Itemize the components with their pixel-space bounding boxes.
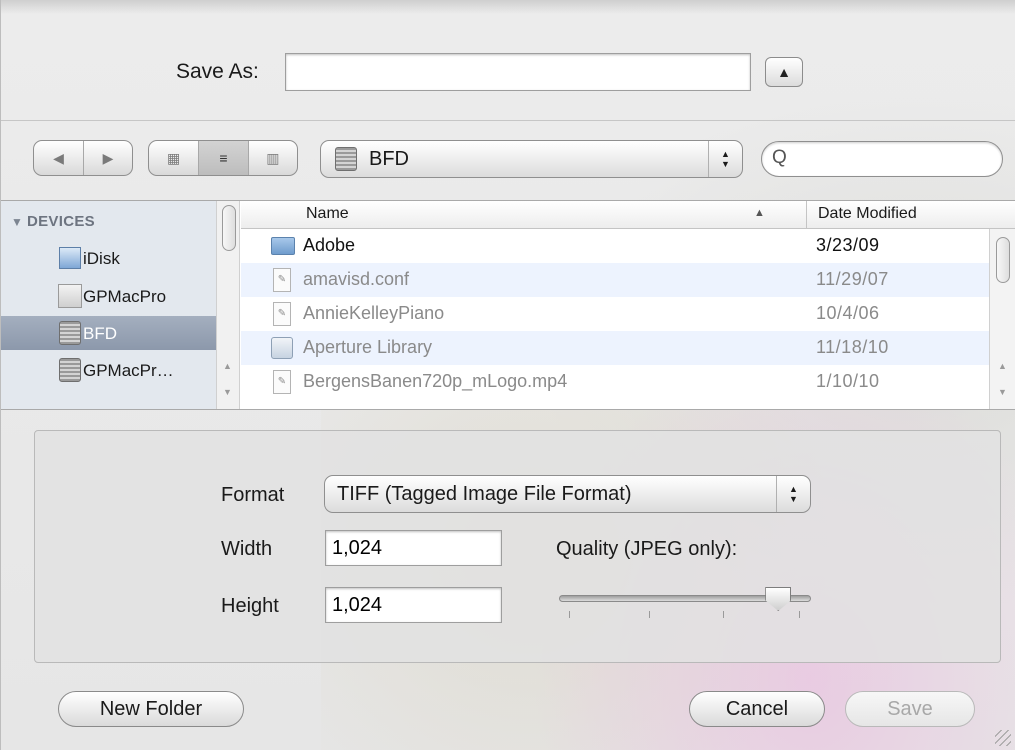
- updown-arrows-icon: ▲ ▼: [776, 476, 810, 512]
- disclosure-triangle-icon[interactable]: ▼: [11, 215, 23, 229]
- sidebar-item-gpmacpr2[interactable]: GPMacPr…: [1, 353, 216, 387]
- height-field[interactable]: [325, 587, 502, 623]
- sidebar-item-gpmacpro[interactable]: GPMacPro: [1, 279, 216, 313]
- width-label: Width: [221, 538, 273, 560]
- document-icon: ✎: [273, 302, 291, 326]
- file-date: 1/10/10: [816, 371, 880, 391]
- location-popup[interactable]: BFD ▲ ▼: [320, 140, 743, 178]
- column-header: Name ▲ Date Modified: [241, 201, 1015, 229]
- file-date: 3/23/09: [816, 235, 880, 255]
- table-row[interactable]: ✎ BergensBanen720p_mLogo.mp4 1/10/10: [241, 365, 989, 399]
- file-list-scrollbar[interactable]: ▲ ▼: [989, 229, 1015, 409]
- table-row[interactable]: ✎ AnnieKelleyPiano 10/4/06: [241, 297, 989, 331]
- file-browser: ▼ DEVICES iDisk GPMacPro BFD GPMacPr… ▲ …: [1, 200, 1015, 410]
- column-header-date-modified[interactable]: Date Modified: [818, 205, 917, 223]
- column-header-name[interactable]: Name: [306, 205, 349, 223]
- save-as-input[interactable]: [285, 53, 751, 91]
- file-date: 10/4/06: [816, 303, 880, 323]
- drive-icon: [59, 358, 81, 382]
- columns-icon: ▥: [266, 149, 280, 166]
- resize-grip[interactable]: [995, 730, 1011, 746]
- back-arrow-icon: ◀: [53, 149, 64, 166]
- sidebar-header-devices: DEVICES: [27, 213, 95, 230]
- folder-icon: [271, 237, 295, 255]
- forward-arrow-icon: ▶: [102, 149, 114, 166]
- save-dialog: Save As: ▲ ◀ ▶ ▦ ≡ ▥ BFD ▲ ▼ Q ▼ DEVICES …: [0, 0, 1015, 750]
- list-view-button[interactable]: ≡: [198, 141, 248, 175]
- sidebar-scrollbar[interactable]: ▲ ▼: [216, 201, 240, 409]
- new-folder-button[interactable]: New Folder: [58, 691, 244, 727]
- slider-tick: [649, 611, 650, 618]
- idisk-icon: [59, 247, 81, 269]
- sidebar: ▼ DEVICES iDisk GPMacPro BFD GPMacPr…: [1, 201, 216, 409]
- sidebar-item-idisk[interactable]: iDisk: [1, 241, 216, 275]
- document-icon: ✎: [273, 268, 291, 292]
- search-field[interactable]: Q: [761, 141, 1003, 177]
- file-name: BergensBanen720p_mLogo.mp4: [303, 371, 568, 391]
- sidebar-item-label: iDisk: [83, 249, 120, 268]
- sidebar-item-label: BFD: [83, 324, 117, 343]
- search-icon: Q: [772, 147, 787, 168]
- grid-icon: ▦: [167, 149, 181, 166]
- drive-icon: [335, 147, 357, 171]
- file-name: Adobe: [303, 235, 356, 255]
- sort-ascending-icon: ▲: [754, 207, 765, 219]
- sidebar-item-bfd[interactable]: BFD: [1, 316, 216, 350]
- forward-button[interactable]: ▶: [82, 141, 132, 175]
- scroll-down-icon[interactable]: ▼: [998, 387, 1007, 397]
- icon-view-button[interactable]: ▦: [149, 141, 198, 175]
- document-icon: ✎: [273, 370, 291, 394]
- file-date: 11/29/07: [816, 269, 889, 289]
- list-icon: ≡: [219, 150, 228, 166]
- updown-arrows-icon: ▲ ▼: [708, 141, 742, 177]
- sidebar-item-label: GPMacPr…: [83, 361, 174, 380]
- table-row[interactable]: Adobe 3/23/09: [241, 229, 989, 263]
- library-icon: [271, 337, 293, 359]
- triangle-up-icon: ▲: [777, 64, 791, 80]
- slider-tick: [799, 611, 800, 618]
- cancel-button[interactable]: Cancel: [689, 691, 825, 727]
- format-value: TIFF (Tagged Image File Format): [337, 483, 632, 505]
- height-label: Height: [221, 595, 279, 617]
- format-label: Format: [221, 484, 285, 506]
- scroll-down-icon[interactable]: ▼: [223, 387, 232, 397]
- scroll-up-icon[interactable]: ▲: [223, 361, 232, 371]
- scroll-thumb[interactable]: [996, 237, 1010, 283]
- column-view-button[interactable]: ▥: [247, 141, 297, 175]
- back-forward-control: ◀ ▶: [33, 140, 133, 176]
- scroll-up-icon[interactable]: ▲: [998, 361, 1007, 371]
- slider-tick: [723, 611, 724, 618]
- sidebar-item-label: GPMacPro: [83, 287, 167, 306]
- file-name: Aperture Library: [303, 337, 433, 357]
- hard-drive-icon: [58, 284, 82, 308]
- file-date: 11/18/10: [816, 337, 889, 357]
- quality-label: Quality (JPEG only):: [556, 538, 738, 560]
- location-label: BFD: [369, 148, 409, 170]
- width-field[interactable]: [325, 530, 502, 566]
- back-button[interactable]: ◀: [34, 141, 83, 175]
- options-panel: [34, 430, 1001, 663]
- save-as-label: Save As:: [176, 60, 259, 83]
- view-mode-control: ▦ ≡ ▥: [148, 140, 298, 176]
- file-name: amavisd.conf: [303, 269, 410, 289]
- slider-tick: [569, 611, 570, 618]
- scroll-thumb[interactable]: [222, 205, 236, 251]
- table-row[interactable]: Aperture Library 11/18/10: [241, 331, 989, 365]
- drive-icon: [59, 321, 81, 345]
- table-row[interactable]: ✎ amavisd.conf 11/29/07: [241, 263, 989, 297]
- file-list: Name ▲ Date Modified Adobe 3/23/09 ✎ ama…: [241, 201, 1015, 409]
- format-popup[interactable]: TIFF (Tagged Image File Format) ▲ ▼: [324, 475, 811, 513]
- expand-collapse-button[interactable]: ▲: [765, 57, 803, 87]
- save-button[interactable]: Save: [845, 691, 975, 727]
- file-name: AnnieKelleyPiano: [303, 303, 445, 323]
